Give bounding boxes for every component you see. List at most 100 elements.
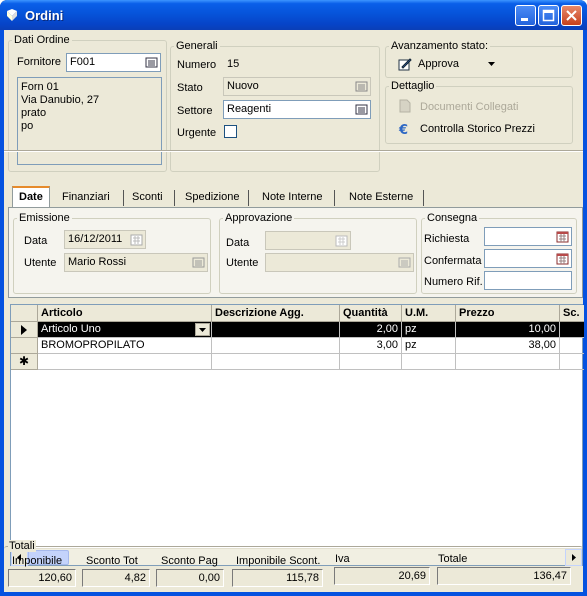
- current-row-icon: [21, 325, 27, 335]
- table-cell[interactable]: [456, 354, 560, 370]
- urgente-checkbox[interactable]: [224, 125, 237, 138]
- window: Ordini Dati Ordine Fornitore F001 Forn 0…: [0, 0, 587, 596]
- tab-note-esterne[interactable]: Note Esterne: [343, 188, 419, 208]
- calendar-icon[interactable]: [130, 233, 143, 246]
- address-line: Via Danubio, 27: [21, 94, 100, 106]
- approvazione-data-label: Data: [226, 237, 250, 249]
- address-line: Forn 01: [21, 81, 59, 93]
- fornitore-label: Fornitore: [17, 56, 62, 68]
- edit-icon: [398, 58, 412, 71]
- approvazione-utente-label: Utente: [226, 257, 259, 269]
- address-line: prato: [21, 107, 47, 119]
- tab-sconti[interactable]: Sconti: [126, 188, 169, 208]
- table-cell[interactable]: [402, 354, 456, 370]
- richiesta-field[interactable]: [484, 227, 572, 246]
- iva-value: 20,69: [334, 567, 430, 585]
- settore-field[interactable]: Reagenti: [223, 100, 371, 119]
- table-cell[interactable]: [560, 354, 584, 370]
- table-cell[interactable]: [560, 338, 584, 354]
- stato-label: Stato: [177, 82, 203, 94]
- table-cell[interactable]: [212, 322, 340, 338]
- row-header[interactable]: [11, 322, 38, 338]
- imponibile-value: 120,60: [8, 569, 76, 587]
- table-cell[interactable]: 10,00: [456, 322, 560, 338]
- separator: [4, 150, 583, 152]
- calendar-icon[interactable]: [556, 230, 569, 243]
- richiesta-label: Richiesta: [424, 233, 470, 245]
- stato-field[interactable]: Nuovo: [223, 77, 371, 96]
- totali-label: Totali: [8, 540, 36, 552]
- tab-panel-date: Emissione Data 16/12/2011 Utente Mario R…: [8, 207, 583, 298]
- svg-text:€: €: [398, 123, 408, 136]
- lookup-icon[interactable]: [355, 103, 368, 116]
- table-cell[interactable]: pz: [402, 338, 456, 354]
- emissione-data-label: Data: [24, 235, 48, 247]
- column-header-descrizione[interactable]: Descrizione Agg.: [212, 305, 340, 322]
- title-bar[interactable]: Ordini: [0, 0, 587, 30]
- table-cell[interactable]: pz: [402, 322, 456, 338]
- table-cell[interactable]: 38,00: [456, 338, 560, 354]
- table-cell[interactable]: [212, 354, 340, 370]
- articoli-grid[interactable]: Articolo Descrizione Agg. Quantità U.M. …: [10, 304, 584, 566]
- settore-label: Settore: [177, 105, 213, 117]
- numero-rif-field[interactable]: [484, 271, 572, 290]
- tab-date[interactable]: Date: [12, 186, 50, 208]
- lookup-icon[interactable]: [145, 56, 158, 69]
- column-header-quantita[interactable]: Quantità: [340, 305, 402, 322]
- controlla-storico-prezzi-link[interactable]: Controlla Storico Prezzi: [420, 123, 535, 135]
- urgente-label: Urgente: [177, 127, 217, 139]
- dati-ordine-label: Dati Ordine: [12, 34, 72, 46]
- maximize-icon: [542, 9, 555, 22]
- avanzamento-group: Avanzamento stato: Approva: [385, 40, 573, 78]
- numero-field: 15: [223, 55, 371, 74]
- row-header[interactable]: [11, 338, 38, 354]
- confermata-label: Confermata: [424, 255, 482, 267]
- client-area: Dati Ordine Fornitore F001 Forn 01 Via D…: [4, 30, 584, 592]
- tab-spedizione[interactable]: Spedizione: [179, 188, 245, 208]
- table-cell[interactable]: 3,00: [340, 338, 402, 354]
- emissione-data-field[interactable]: 16/12/2011: [64, 230, 146, 249]
- calendar-icon[interactable]: [556, 252, 569, 265]
- tab-finanziari[interactable]: Finanziari: [56, 188, 116, 208]
- table-cell[interactable]: [38, 354, 212, 370]
- sconto-tot-label: Sconto Tot: [86, 555, 138, 567]
- generali-group: Generali Numero 15 Stato Nuovo Settore R…: [170, 40, 380, 172]
- emissione-utente-field[interactable]: Mario Rossi: [64, 253, 208, 272]
- lookup-icon: [398, 257, 411, 268]
- column-header-um[interactable]: U.M.: [402, 305, 456, 322]
- totali-group: Totali Imponibile 120,60 Sconto Tot 4,82…: [4, 540, 583, 591]
- column-header-articolo[interactable]: Articolo: [38, 305, 212, 322]
- cell-dropdown-button[interactable]: [195, 323, 210, 336]
- documenti-collegati-link[interactable]: Documenti Collegati: [420, 101, 518, 113]
- consegna-label: Consegna: [425, 212, 480, 224]
- lookup-icon[interactable]: [192, 256, 205, 269]
- table-cell[interactable]: [560, 322, 584, 338]
- tab-note-interne[interactable]: Note Interne: [256, 188, 329, 208]
- approvazione-group: Approvazione Data Utente: [219, 212, 417, 294]
- lookup-icon[interactable]: [355, 80, 368, 93]
- column-header-prezzo[interactable]: Prezzo: [456, 305, 560, 322]
- sconto-tot-value: 4,82: [82, 569, 150, 587]
- dettaglio-group: Dettaglio Documenti Collegati € Controll…: [385, 80, 573, 144]
- app-icon: [7, 9, 17, 21]
- document-icon: [399, 99, 411, 113]
- table-cell[interactable]: Articolo Uno: [38, 322, 212, 338]
- table-cell[interactable]: 2,00: [340, 322, 402, 338]
- minimize-button[interactable]: [515, 5, 536, 26]
- table-cell[interactable]: [340, 354, 402, 370]
- window-title: Ordini: [25, 8, 64, 23]
- new-row-header[interactable]: ✱: [11, 354, 38, 370]
- table-cell[interactable]: [212, 338, 340, 354]
- approvazione-data-field: [265, 231, 351, 250]
- totale-value: 136,47: [437, 567, 571, 585]
- avanzamento-label: Avanzamento stato:: [389, 40, 491, 52]
- approva-button[interactable]: Approva: [392, 55, 504, 73]
- column-header-sc[interactable]: Sc.: [560, 305, 584, 322]
- maximize-button[interactable]: [538, 5, 559, 26]
- table-cell[interactable]: BROMOPROPILATO: [38, 338, 212, 354]
- fornitore-field[interactable]: F001: [66, 53, 161, 72]
- minimize-icon: [521, 18, 528, 21]
- close-button[interactable]: [561, 5, 582, 26]
- dettaglio-label: Dettaglio: [389, 80, 437, 92]
- confermata-field[interactable]: [484, 249, 572, 268]
